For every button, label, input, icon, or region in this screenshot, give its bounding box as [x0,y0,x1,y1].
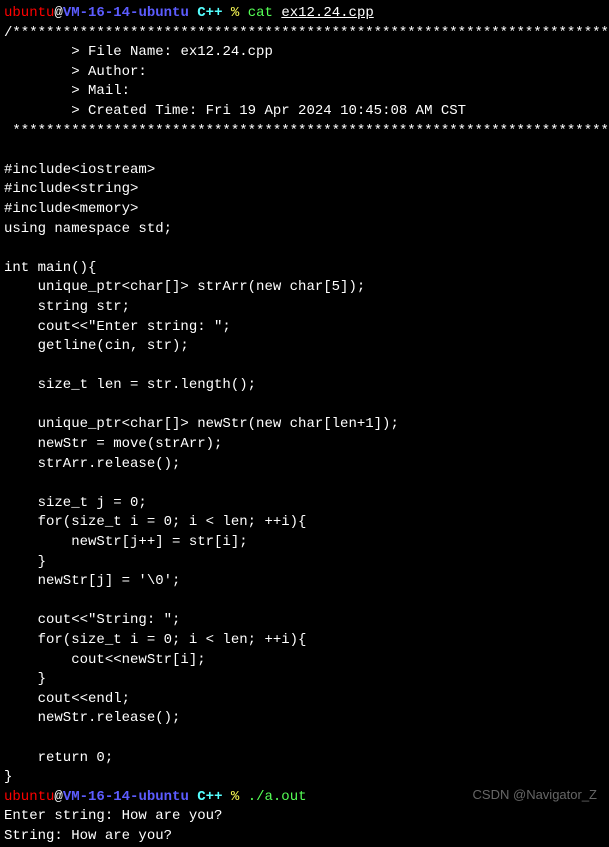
prompt-percent: % [231,5,239,21]
code-line: #include<string> [4,181,138,197]
prompt-user: ubuntu [4,5,54,21]
author-label: > Author: [4,64,147,80]
code-line: for(size_t i = 0; i < len; ++i){ [4,632,306,648]
prompt-cmd: cat [248,5,273,21]
code-line: cout<<newStr[i]; [4,652,206,668]
prompt-host: VM-16-14-ubuntu [63,789,189,805]
code-line: for(size_t i = 0; i < len; ++i){ [4,514,306,530]
code-line: using namespace std; [4,221,172,237]
created-value: Fri 19 Apr 2024 10:45:08 AM CST [206,103,466,119]
prompt-percent: % [231,789,239,805]
code-line: } [4,671,46,687]
code-line: unique_ptr<char[]> strArr(new char[5]); [4,279,365,295]
prompt-arg: ex12.24.cpp [281,5,373,21]
watermark: CSDN @Navigator_Z [473,786,597,804]
prompt-at: @ [54,789,62,805]
code-line: } [4,554,46,570]
code-line: int main(){ [4,260,96,276]
code-line: size_t len = str.length(); [4,377,256,393]
code-line: #include<iostream> [4,162,155,178]
prompt-dir: C++ [197,5,222,21]
file-name-label: > File Name: [4,44,180,60]
created-label: > Created Time: [4,103,206,119]
comment-bottom: ****************************************… [4,123,609,139]
comment-top: /***************************************… [4,25,609,41]
terminal-output: ubuntu@VM-16-14-ubuntu C++ % cat ex12.24… [4,4,605,847]
code-line: newStr.release(); [4,710,180,726]
code-line: cout<<endl; [4,691,130,707]
file-name-value: ex12.24.cpp [180,44,272,60]
prompt-dir: C++ [197,789,222,805]
code-line: getline(cin, str); [4,338,189,354]
prompt-host: VM-16-14-ubuntu [63,5,189,21]
code-line: newStr = move(strArr); [4,436,222,452]
code-line: cout<<"String: "; [4,612,180,628]
code-line: } [4,769,12,785]
prompt-user: ubuntu [4,789,54,805]
prompt-at: @ [54,5,62,21]
code-line: string str; [4,299,130,315]
code-line: newStr[j] = '\0'; [4,573,180,589]
code-line: cout<<"Enter string: "; [4,319,231,335]
code-line: newStr[j++] = str[i]; [4,534,248,550]
code-line: unique_ptr<char[]> newStr(new char[len+1… [4,416,399,432]
code-line: return 0; [4,750,113,766]
code-line: strArr.release(); [4,456,180,472]
code-line: size_t j = 0; [4,495,147,511]
output-line: String: How are you? [4,828,172,844]
code-line: #include<memory> [4,201,138,217]
prompt-cmd: ./a.out [248,789,307,805]
mail-label: > Mail: [4,83,130,99]
